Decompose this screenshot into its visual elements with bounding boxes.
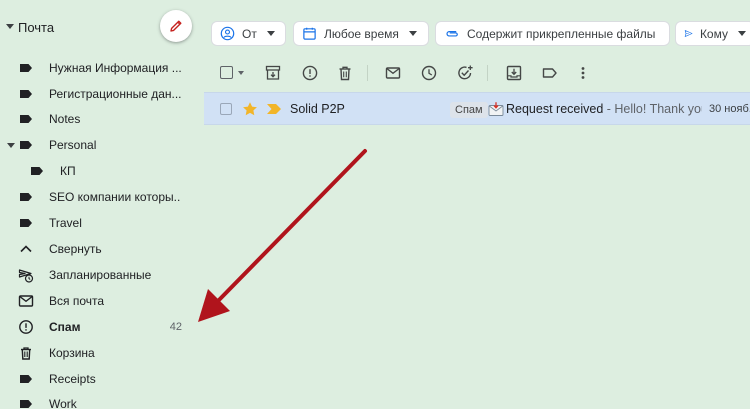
sidebar-item-label: Спам	[49, 320, 81, 334]
row-checkbox[interactable]	[220, 103, 232, 115]
expand-caret-icon[interactable]	[7, 143, 15, 148]
email-row[interactable]: Solid P2P Спам Request received - Hello!…	[204, 92, 750, 125]
sidebar-item-seo[interactable]: SEO компании которы...	[0, 184, 200, 210]
sidebar-title[interactable]: Почта	[18, 20, 54, 35]
sidebar-item-label: SEO компании которы...	[49, 190, 181, 204]
sidebar-item-label: Work	[49, 397, 77, 409]
sidebar-item-work[interactable]: Work	[0, 391, 200, 409]
filter-attachment-label: Содержит прикрепленные файлы	[467, 26, 656, 41]
main-panel: От Любое время Содержит прикрепленные фа…	[204, 0, 750, 409]
sidebar-item-collapse[interactable]: Свернуть	[0, 236, 200, 262]
mail-icon	[18, 295, 34, 307]
label-icon	[20, 375, 32, 383]
sidebar-item-label: КП	[60, 164, 76, 178]
dropdown-arrow-icon	[738, 31, 746, 36]
gmail-window: Почта Нужная Информация ... Регистрацион…	[0, 0, 750, 409]
move-to-inbox-icon[interactable]	[505, 64, 523, 82]
label-icon	[20, 141, 32, 149]
dropdown-arrow-icon	[266, 31, 275, 36]
toolbar-divider	[487, 65, 488, 81]
select-dropdown-arrow-icon[interactable]	[238, 71, 244, 75]
spam-icon	[19, 320, 33, 334]
email-sender: Solid P2P	[290, 102, 345, 116]
filter-to-label: Кому	[699, 26, 728, 41]
label-icon	[20, 219, 32, 227]
sidebar-item-spam[interactable]: Спам 42	[0, 314, 200, 340]
dropdown-arrow-icon	[408, 31, 417, 36]
more-options-icon[interactable]	[574, 64, 592, 82]
star-icon[interactable]	[242, 101, 258, 117]
sidebar-item-label: Корзина	[49, 346, 95, 360]
label-icon	[20, 115, 32, 123]
paperclip-icon	[446, 31, 458, 37]
sidebar-item-label: Notes	[49, 112, 81, 126]
scheduled-send-icon	[18, 269, 34, 283]
sidebar-item-label: Personal	[49, 138, 97, 152]
send-icon	[684, 30, 693, 37]
collapse-caret-icon[interactable]	[6, 24, 14, 29]
email-subject-snippet: Request received - Hello! Thank you	[506, 102, 702, 116]
filter-time-chip[interactable]: Любое время	[293, 21, 429, 46]
mark-as-read-icon[interactable]	[384, 64, 402, 82]
label-icon	[31, 167, 43, 175]
incoming-envelope-icon	[488, 102, 504, 116]
sidebar-item-kp[interactable]: КП	[0, 158, 200, 184]
sidebar-item-label: Запланированные	[49, 268, 152, 282]
importance-marker-icon[interactable]	[267, 104, 281, 114]
report-spam-icon[interactable]	[301, 64, 319, 82]
sidebar-item-receipts[interactable]: Receipts	[0, 366, 200, 392]
person-icon	[220, 26, 235, 41]
sidebar-item-notes[interactable]: Notes	[0, 106, 200, 132]
delete-icon[interactable]	[336, 64, 354, 82]
label-icon	[20, 64, 32, 72]
sidebar-item-label: Свернуть	[49, 242, 102, 256]
sidebar: Почта Нужная Информация ... Регистрацион…	[0, 0, 200, 409]
sidebar-item-personal[interactable]: Personal	[0, 132, 200, 158]
archive-icon[interactable]	[264, 64, 282, 82]
spam-count: 42	[169, 321, 182, 333]
toolbar-divider	[367, 65, 368, 81]
sidebar-item-label: Регистрационные дан...	[49, 87, 181, 101]
filter-to-chip[interactable]: Кому	[675, 21, 750, 46]
email-subject: Request received	[506, 102, 604, 116]
label-icon	[20, 90, 32, 98]
snooze-clock-icon[interactable]	[420, 64, 438, 82]
email-date: 30 нояб.	[709, 103, 750, 115]
sidebar-item-label: Нужная Информация ...	[49, 61, 181, 75]
chevron-up-icon	[20, 245, 32, 253]
sidebar-header: Почта	[0, 0, 200, 52]
compose-button[interactable]	[160, 10, 192, 42]
calendar-icon	[303, 27, 316, 40]
trash-icon	[21, 347, 31, 360]
sidebar-item-label: Travel	[49, 216, 82, 230]
sidebar-item-label: Вся почта	[49, 294, 105, 308]
sidebar-item-label-important-info[interactable]: Нужная Информация ...	[0, 55, 200, 81]
sidebar-item-label: Receipts	[49, 372, 96, 386]
filter-from-label: От	[242, 26, 257, 41]
select-all-checkbox[interactable]	[220, 66, 233, 79]
sidebar-item-scheduled[interactable]: Запланированные	[0, 262, 200, 288]
sidebar-item-label-registration[interactable]: Регистрационные дан...	[0, 81, 200, 107]
email-snippet: - Hello! Thank you	[603, 102, 702, 116]
add-to-tasks-icon[interactable]	[456, 64, 474, 82]
pencil-icon	[170, 20, 182, 32]
sidebar-item-trash[interactable]: Корзина	[0, 340, 200, 366]
label-icon	[20, 193, 32, 201]
sidebar-item-all-mail[interactable]: Вся почта	[0, 288, 200, 314]
labels-icon[interactable]	[541, 64, 559, 82]
sidebar-item-travel[interactable]: Travel	[0, 210, 200, 236]
filter-from-chip[interactable]: От	[211, 21, 286, 46]
filter-time-label: Любое время	[324, 26, 399, 41]
label-icon	[20, 400, 32, 408]
filter-attachment-chip[interactable]: Содержит прикрепленные файлы	[435, 21, 670, 46]
spam-badge[interactable]: Спам	[450, 102, 488, 118]
